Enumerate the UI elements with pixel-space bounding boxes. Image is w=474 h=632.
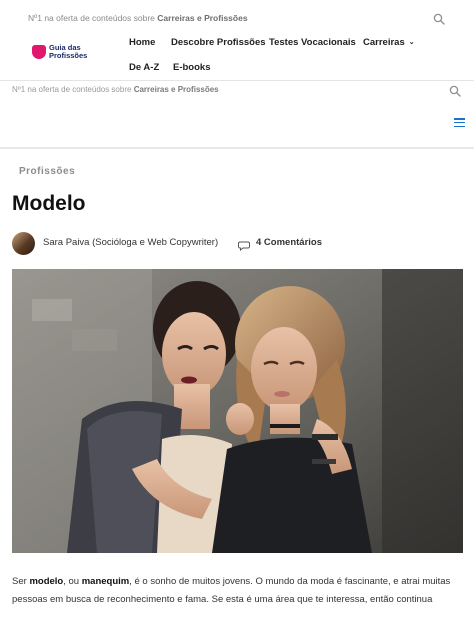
nav-link-home[interactable]: Home — [129, 37, 155, 48]
tagline-bold-text: Carreiras e Profissões — [157, 13, 248, 23]
search-icon[interactable] — [433, 13, 445, 25]
nav-link-descobre[interactable]: Descobre Profissões — [171, 37, 266, 48]
header-divider — [0, 80, 474, 81]
mobile-tagline-text: Nº1 na oferta de conteúdos sobre — [12, 85, 132, 94]
logo-text-line2: Profissões — [49, 51, 88, 60]
mobile-header-tagline: Nº1 na oferta de conteúdos sobre Carreir… — [12, 85, 219, 94]
nav-link-testes[interactable]: Testes Vocacionais — [269, 37, 356, 48]
logo-heart-icon — [32, 45, 46, 59]
chevron-down-icon: ⌄ — [408, 39, 415, 46]
comment-icon — [238, 238, 250, 252]
tagline-text: Nº1 na oferta de conteúdos sobre — [28, 13, 155, 23]
nav-item-testes[interactable]: Testes Vocacionais — [269, 37, 356, 48]
site-logo[interactable]: Guia das Profissões — [32, 43, 92, 63]
intro-bold-manequim: manequim — [81, 576, 130, 587]
article-title: Modelo — [12, 192, 86, 215]
mobile-tagline-bold-text: Carreiras e Profissões — [133, 85, 219, 94]
intro-text-pre: Ser — [12, 576, 27, 587]
author-avatar[interactable] — [12, 232, 35, 255]
article-category[interactable]: Profissões — [19, 166, 75, 177]
nav-item-descobre[interactable]: Descobre Profissões — [171, 37, 266, 48]
nav-link-ebooks[interactable]: E-books — [173, 62, 210, 73]
nav-item-carreiras[interactable]: Carreiras ⌄ — [363, 37, 415, 48]
intro-bold-modelo: modelo — [29, 576, 64, 587]
article-intro: Ser modelo, ou manequim, é o sonho de mu… — [12, 573, 467, 609]
nav-item-deaz[interactable]: De A-Z — [129, 62, 159, 73]
top-bar: Nº1 na oferta de conteúdos sobre Carreir… — [0, 0, 474, 34]
intro-text-mid: , ou — [63, 576, 80, 587]
mobile-search-icon[interactable] — [449, 85, 461, 97]
nav-link-deaz[interactable]: De A-Z — [129, 62, 159, 73]
author-name[interactable]: Sara Paiva (Socióloga e Web Copywriter) — [43, 237, 218, 248]
bottom-fade — [0, 612, 474, 632]
nav-link-carreiras[interactable]: Carreiras — [363, 37, 405, 48]
article-hero-image — [12, 269, 463, 553]
nav-item-home[interactable]: Home — [129, 37, 155, 48]
comments-link[interactable]: 4 Comentários — [256, 237, 322, 248]
logo-text: Guia das Profissões — [49, 44, 87, 60]
hamburger-menu-icon[interactable] — [454, 118, 465, 128]
nav-item-ebooks[interactable]: E-books — [173, 62, 210, 73]
mobile-header-divider — [0, 147, 474, 149]
header-tagline: Nº1 na oferta de conteúdos sobre Carreir… — [28, 13, 248, 23]
